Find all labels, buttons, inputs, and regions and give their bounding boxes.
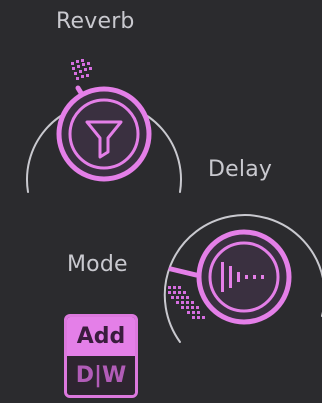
delay-knob-pointer <box>168 266 199 278</box>
reverb-knob[interactable] <box>0 0 322 403</box>
reverb-label: Reverb <box>56 9 135 34</box>
delay-label: Delay <box>208 157 273 182</box>
reverb-knob-body[interactable] <box>56 86 152 182</box>
delay-knob[interactable] <box>0 0 322 403</box>
reverb-value-trail <box>71 59 92 80</box>
mode-option-add[interactable]: Add <box>67 317 135 356</box>
mode-label: Mode <box>67 252 128 277</box>
mode-option-dry-wet[interactable]: D|W <box>67 356 135 395</box>
delay-knob-body[interactable] <box>196 229 292 325</box>
mode-toggle[interactable]: Add D|W <box>64 314 138 398</box>
